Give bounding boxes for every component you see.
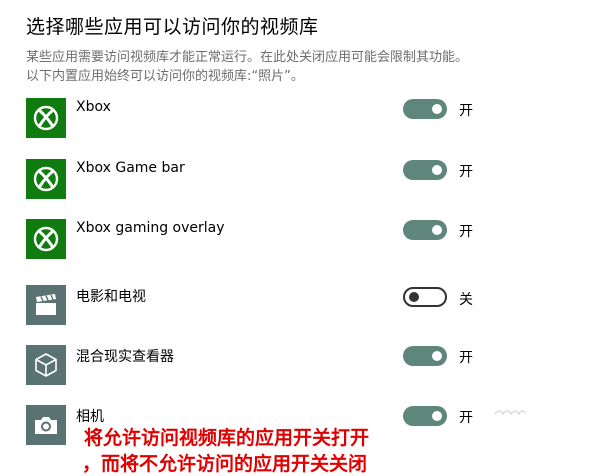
xbox-icon bbox=[26, 98, 66, 138]
toggle-state-label: 开 bbox=[459, 350, 473, 366]
clapperboard-icon bbox=[26, 285, 66, 325]
app-name: Xbox Game bar bbox=[76, 160, 185, 176]
app-toggle-xbox[interactable] bbox=[403, 99, 447, 119]
xbox-icon bbox=[26, 159, 66, 199]
watermark bbox=[493, 404, 527, 421]
app-name: Xbox bbox=[76, 99, 111, 115]
app-name: Xbox gaming overlay bbox=[76, 220, 225, 236]
toggle-state-label: 关 bbox=[459, 292, 473, 308]
app-toggle-camera[interactable] bbox=[403, 406, 447, 426]
xbox-icon bbox=[26, 219, 66, 259]
app-row-mixed-reality-viewer: 混合现实查看器 开 bbox=[26, 345, 496, 385]
app-toggle-movies-tv[interactable] bbox=[403, 287, 447, 307]
app-name: 电影和电视 bbox=[76, 289, 146, 305]
app-name: 混合现实查看器 bbox=[76, 349, 174, 365]
annotation-line-2: ，而将不允许访问的应用开关关闭 bbox=[82, 453, 368, 475]
camera-icon bbox=[26, 405, 66, 445]
cube-icon bbox=[26, 345, 66, 385]
app-toggle-xbox-gaming-overlay[interactable] bbox=[403, 220, 447, 240]
app-row-xbox-gaming-overlay: Xbox gaming overlay 开 bbox=[26, 219, 496, 259]
app-toggle-mixed-reality-viewer[interactable] bbox=[403, 346, 447, 366]
page-title: 选择哪些应用可以访问你的视频库 bbox=[26, 16, 319, 38]
page-description: 某些应用需要访问视频库才能正常运行。在此处关闭应用可能会限制其功能。以下内置应用… bbox=[26, 50, 469, 84]
app-row-movies-tv: 电影和电视 关 bbox=[26, 285, 496, 325]
app-row-xbox-game-bar: Xbox Game bar 开 bbox=[26, 159, 496, 199]
toggle-state-label: 开 bbox=[459, 103, 473, 119]
app-toggle-xbox-game-bar[interactable] bbox=[403, 160, 447, 180]
toggle-state-label: 开 bbox=[459, 164, 473, 180]
annotation-line-1: 将允许访问视频库的应用开关打开 bbox=[84, 427, 370, 449]
app-row-xbox: Xbox 开 bbox=[26, 98, 496, 138]
toggle-state-label: 开 bbox=[459, 224, 473, 240]
toggle-state-label: 开 bbox=[459, 410, 473, 426]
